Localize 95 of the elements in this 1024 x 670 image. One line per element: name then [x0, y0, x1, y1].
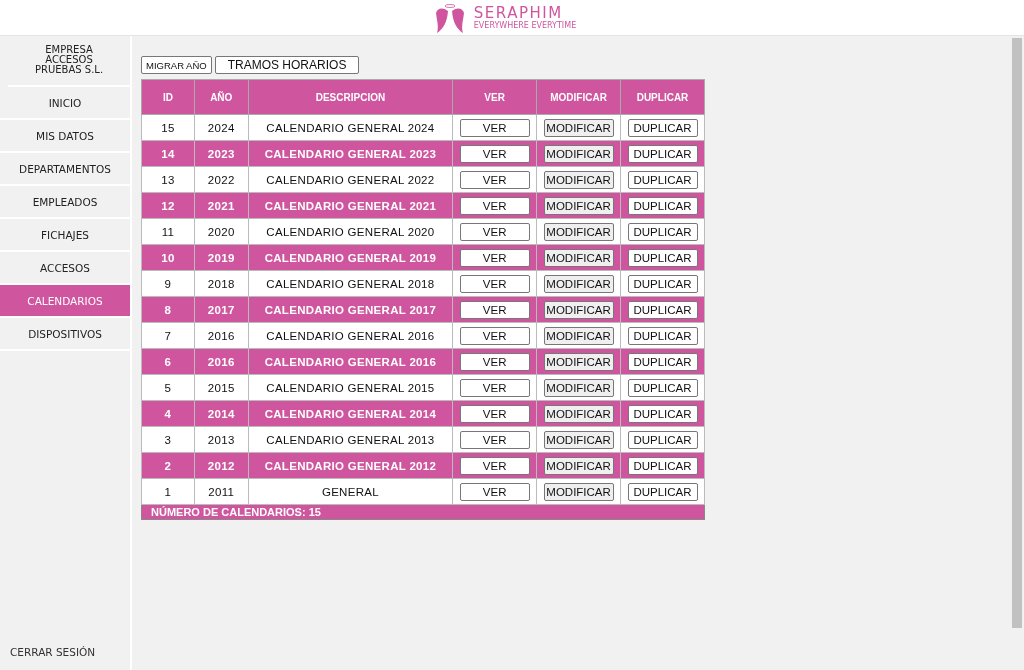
- row-action-button[interactable]: MODIFICAR: [543, 301, 614, 319]
- logout-link[interactable]: CERRAR SESIÓN: [0, 646, 130, 670]
- row-action-button[interactable]: DUPLICAR: [627, 405, 698, 423]
- table-cell: GENERAL: [248, 478, 453, 505]
- table-cell: 4: [141, 400, 195, 427]
- table-cell: 9: [141, 270, 195, 297]
- row-action-button[interactable]: MODIFICAR: [543, 275, 614, 293]
- row-action-button[interactable]: VER: [459, 119, 530, 137]
- sidebar-item[interactable]: EMPLEADOS: [0, 186, 130, 219]
- row-action-button[interactable]: MODIFICAR: [543, 457, 614, 475]
- toolbar-button[interactable]: TRAMOS HORARIOS: [214, 56, 360, 74]
- row-action-button[interactable]: DUPLICAR: [627, 457, 698, 475]
- sidebar-item[interactable]: MIS DATOS: [0, 120, 130, 153]
- row-action-button[interactable]: VER: [459, 301, 530, 319]
- sidebar-item[interactable]: FICHAJES: [0, 219, 130, 252]
- table-cell: CALENDARIO GENERAL 2020: [248, 218, 453, 245]
- row-action-button[interactable]: DUPLICAR: [627, 483, 698, 501]
- table-cell: 8: [141, 296, 195, 323]
- row-action-button[interactable]: MODIFICAR: [543, 119, 614, 137]
- table-cell: CALENDARIO GENERAL 2012: [248, 452, 453, 479]
- row-action-button[interactable]: VER: [459, 353, 530, 371]
- column-header: DESCRIPCION: [248, 79, 453, 115]
- column-header: DUPLICAR: [620, 79, 705, 115]
- wings-logo-icon: [433, 2, 466, 33]
- row-action-button[interactable]: VER: [459, 379, 530, 397]
- row-action-button[interactable]: MODIFICAR: [543, 379, 614, 397]
- company-name: EMPRESA ACCESOS PRUEBAS S.L.: [8, 36, 130, 87]
- row-action-button[interactable]: VER: [459, 483, 530, 501]
- row-action-button[interactable]: MODIFICAR: [543, 483, 614, 501]
- row-action-button[interactable]: DUPLICAR: [627, 197, 698, 215]
- table-cell: 1: [141, 478, 195, 505]
- table-cell: 13: [141, 166, 195, 193]
- column-header: AÑO: [194, 79, 249, 115]
- row-action-button[interactable]: MODIFICAR: [543, 405, 614, 423]
- sidebar-item[interactable]: CALENDARIOS: [0, 285, 130, 318]
- row-action-button[interactable]: MODIFICAR: [543, 145, 614, 163]
- table-cell: CALENDARIO GENERAL 2014: [248, 400, 453, 427]
- table-cell: CALENDARIO GENERAL 2018: [248, 270, 453, 297]
- row-action-button[interactable]: VER: [459, 327, 530, 345]
- table-cell: CALENDARIO GENERAL 2016: [248, 348, 453, 375]
- sidebar-item[interactable]: DEPARTAMENTOS: [0, 153, 130, 186]
- table-cell: CALENDARIO GENERAL 2021: [248, 192, 453, 219]
- table-cell: 3: [141, 426, 195, 453]
- row-action-button[interactable]: VER: [459, 249, 530, 267]
- row-action-button[interactable]: MODIFICAR: [543, 249, 614, 267]
- row-action-button[interactable]: MODIFICAR: [543, 327, 614, 345]
- table-cell: 11: [141, 218, 195, 245]
- row-action-button[interactable]: VER: [459, 405, 530, 423]
- row-action-button[interactable]: VER: [459, 223, 530, 241]
- row-action-button[interactable]: VER: [459, 171, 530, 189]
- table-cell: CALENDARIO GENERAL 2024: [248, 114, 453, 141]
- table-cell: CALENDARIO GENERAL 2019: [248, 244, 453, 271]
- row-action-button[interactable]: VER: [459, 275, 530, 293]
- table-cell: 14: [141, 140, 195, 167]
- row-action-button[interactable]: DUPLICAR: [627, 353, 698, 371]
- row-action-button[interactable]: DUPLICAR: [627, 223, 698, 241]
- table-cell: CALENDARIO GENERAL 2017: [248, 296, 453, 323]
- row-action-button[interactable]: DUPLICAR: [627, 275, 698, 293]
- row-action-button[interactable]: VER: [459, 145, 530, 163]
- toolbar-button[interactable]: MIGRAR AÑO: [141, 56, 212, 74]
- row-action-button[interactable]: DUPLICAR: [627, 171, 698, 189]
- table-cell: 12: [141, 192, 195, 219]
- row-action-button[interactable]: DUPLICAR: [627, 145, 698, 163]
- row-action-button[interactable]: MODIFICAR: [543, 197, 614, 215]
- table-cell: CALENDARIO GENERAL 2016: [248, 322, 453, 349]
- table-cell: 10: [141, 244, 195, 271]
- row-action-button[interactable]: VER: [459, 431, 530, 449]
- row-action-button[interactable]: MODIFICAR: [543, 431, 614, 449]
- table-cell: CALENDARIO GENERAL 2022: [248, 166, 453, 193]
- row-action-button[interactable]: DUPLICAR: [627, 301, 698, 319]
- row-action-button[interactable]: DUPLICAR: [627, 119, 698, 137]
- table-cell: 15: [141, 114, 195, 141]
- row-action-button[interactable]: MODIFICAR: [543, 171, 614, 189]
- row-action-button[interactable]: DUPLICAR: [627, 379, 698, 397]
- row-action-button[interactable]: MODIFICAR: [543, 223, 614, 241]
- sidebar-item[interactable]: INICIO: [0, 87, 130, 120]
- table-cell: 2: [141, 452, 195, 479]
- sidebar-item[interactable]: DISPOSITIVOS: [0, 318, 130, 351]
- row-action-button[interactable]: MODIFICAR: [543, 353, 614, 371]
- table-cell: 7: [141, 322, 195, 349]
- table-cell: CALENDARIO GENERAL 2023: [248, 140, 453, 167]
- column-header: VER: [452, 79, 537, 115]
- table-cell: CALENDARIO GENERAL 2015: [248, 374, 453, 401]
- row-action-button[interactable]: DUPLICAR: [627, 327, 698, 345]
- row-action-button[interactable]: VER: [459, 457, 530, 475]
- row-action-button[interactable]: DUPLICAR: [627, 431, 698, 449]
- column-header: MODIFICAR: [536, 79, 621, 115]
- table-cell: 6: [141, 348, 195, 375]
- column-header: ID: [141, 79, 195, 115]
- table-cell: CALENDARIO GENERAL 2013: [248, 426, 453, 453]
- row-action-button[interactable]: VER: [459, 197, 530, 215]
- row-action-button[interactable]: DUPLICAR: [627, 249, 698, 267]
- table-cell: 5: [141, 374, 195, 401]
- brand-name: SERAPHIM: [473, 4, 563, 21]
- brand-tagline: EVERYWHERE EVERYTIME: [473, 20, 577, 31]
